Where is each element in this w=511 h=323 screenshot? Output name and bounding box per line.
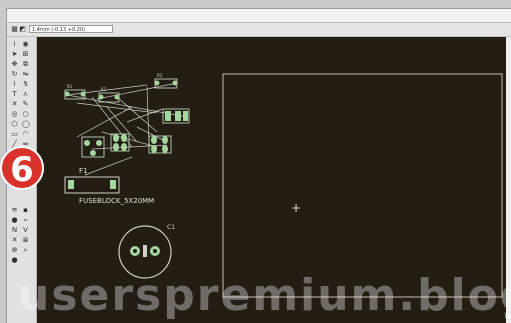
hole-icon[interactable]: ○: [22, 111, 29, 118]
coordinate-readout: 1.4mm (-0.13 +0.20): [29, 25, 113, 33]
watermark-text: userspremium.blog: [18, 270, 511, 321]
layers-icon[interactable]: ≣: [22, 237, 29, 244]
board-outline: [222, 73, 503, 298]
smd-icon[interactable]: ▪: [22, 207, 29, 214]
polygon-icon[interactable]: ⬠: [11, 121, 18, 128]
top-toolbar: ▦ ◩ 1.4mm (-0.13 +0.20): [7, 23, 511, 37]
title-bar: [7, 9, 511, 23]
r1-label: R1: [67, 84, 73, 89]
target-icon[interactable]: ⊕: [11, 247, 18, 254]
mirror-icon[interactable]: ⇋: [22, 71, 29, 78]
split-icon[interactable]: ⋏: [22, 91, 29, 98]
fuse-pad-left: [68, 180, 74, 189]
copy-icon[interactable]: ⧉: [22, 61, 29, 68]
move-icon[interactable]: ✥: [11, 61, 18, 68]
fuse-pad-right: [110, 180, 116, 189]
layer-icon[interactable]: ◩: [19, 26, 26, 33]
rect-icon[interactable]: ▭: [11, 131, 18, 138]
value-icon[interactable]: V: [22, 227, 29, 234]
text-icon[interactable]: T: [11, 91, 18, 98]
group-icon[interactable]: ⊞: [22, 51, 29, 58]
c1-label: C1: [167, 224, 175, 231]
arc-icon[interactable]: ◠: [22, 131, 29, 138]
pad-icon[interactable]: ●: [11, 217, 18, 224]
eye-icon[interactable]: ◉: [22, 41, 29, 48]
r2-label: R2: [101, 87, 107, 92]
bulb-icon[interactable]: ●: [11, 257, 18, 264]
f1-label: F1: [79, 167, 87, 175]
cap-polarity: [143, 245, 147, 257]
name-icon[interactable]: N: [11, 227, 18, 234]
delete-icon[interactable]: ✕: [11, 101, 18, 108]
step-number-badge: 6: [0, 146, 44, 190]
cross-icon[interactable]: ✕: [11, 237, 18, 244]
autoroute-icon[interactable]: ≋: [11, 207, 18, 214]
pointer-icon[interactable]: ➤: [11, 51, 18, 58]
circle-icon[interactable]: ◯: [22, 121, 30, 128]
paint-icon[interactable]: ✎: [22, 101, 29, 108]
origin-crosshair: +: [291, 201, 301, 215]
grid-icon[interactable]: ▦: [11, 26, 18, 33]
fuse-name-label: FUSEBLOCK_5X20MM: [79, 197, 154, 205]
wire-icon[interactable]: ⌇: [11, 81, 18, 88]
via-icon[interactable]: ◎: [11, 111, 18, 118]
route-icon[interactable]: ↯: [22, 81, 29, 88]
rotate-icon[interactable]: ↻: [11, 71, 18, 78]
info-icon[interactable]: i: [11, 41, 18, 48]
r3-label: R3: [157, 73, 163, 78]
zoom-icon[interactable]: ⌕: [22, 247, 29, 254]
resistor-pads: [64, 80, 188, 121]
signal-icon[interactable]: ⌁: [22, 217, 29, 224]
